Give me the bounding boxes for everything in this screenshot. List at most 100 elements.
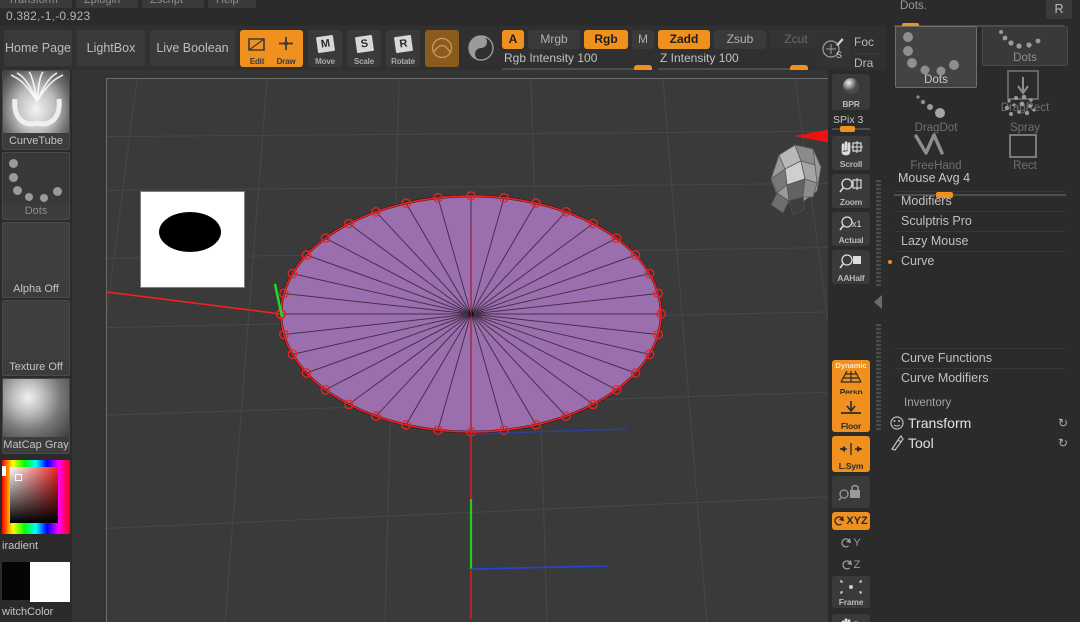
tool-reset-icon[interactable]: ↻ [1058,433,1068,453]
bpr-label: BPR [842,99,860,109]
menu-item-zplugin[interactable]: Zplugin [76,0,138,8]
row-curve-modifiers[interactable]: Curve Modifiers [894,368,1066,387]
scroll-label: Scroll [839,159,863,169]
switch-material-icon[interactable] [464,30,498,67]
row-lazy-mouse[interactable]: Lazy Mouse [894,231,1066,250]
collapse-grip-top [876,180,881,286]
scroll-button[interactable]: Scroll [832,136,870,170]
inventory-item-tool[interactable]: Tool ↻ [886,433,1080,453]
alpha-preview-panel [140,191,245,288]
scale-button[interactable]: S Scale [347,30,381,67]
coord-x: 0.382 [6,9,38,23]
brush-tile-spray[interactable]: Spray [982,92,1068,136]
color-picker[interactable] [2,460,70,534]
current-brush-swatch[interactable]: CurveTube [2,70,70,150]
collapse-grip-bottom [876,324,881,430]
lightbox-button[interactable]: LightBox [77,30,145,66]
persp-button[interactable]: Dynamic Persp [832,360,870,398]
chip-zcut[interactable]: Zcut [770,30,822,49]
frame-button[interactable]: Frame [832,576,870,608]
transform-reset-icon[interactable]: ↻ [1058,413,1068,433]
alpha-off-thumbnail [3,223,69,281]
row-curve-functions[interactable]: Curve Functions [894,348,1066,367]
row-curve-section[interactable]: Curve [888,251,1066,270]
move-3d-button[interactable]: Move [832,614,870,622]
rotate-key-glyph: R [393,34,413,54]
brush-tile-rect[interactable]: Rect [982,132,1068,174]
local-symmetry-button[interactable]: L.Sym [832,436,870,472]
live-boolean-button[interactable]: Live Boolean [150,30,235,66]
chip-rgb[interactable]: Rgb [584,30,628,49]
alpha-ellipse-preview [159,212,221,252]
menu-item-transform[interactable]: Transform [0,0,72,8]
inventory-item-transform[interactable]: Transform ↻ [886,413,1080,433]
current-material-swatch[interactable]: MatCap Gray [2,378,70,454]
z-intensity-slider[interactable]: Z Intensity 100 [658,51,808,73]
chip-zadd[interactable]: Zadd [658,30,710,49]
current-stroke-swatch[interactable]: Dots [2,152,70,220]
edit-label: Edit [249,57,265,66]
zoom-label: Zoom [839,197,863,207]
chip-mrgb[interactable]: Mrgb [528,30,580,49]
zoom-button[interactable]: Zoom [832,174,870,208]
current-stroke-label: Dots [3,203,69,219]
frame-icon [839,576,863,597]
aahalf-icon [839,250,863,273]
navigation-head-widget[interactable] [749,117,828,227]
floor-button[interactable]: Floor [832,394,870,432]
move-button[interactable]: M Move [308,30,342,67]
material-swatch-button[interactable] [425,30,459,67]
brush-tile-dots-large[interactable]: Dots [895,26,977,88]
focal-shift-track[interactable] [854,53,880,54]
primary-color-swatch[interactable] [30,562,70,602]
chip-m[interactable]: M [632,30,654,49]
viewport-canvas[interactable] [72,70,828,622]
brush-tile-dots-large-label: Dots [924,74,948,86]
current-texture-swatch[interactable]: Texture Off [2,300,70,376]
bpr-icon [840,74,862,99]
document-area[interactable] [106,78,828,622]
z-intensity-label: Z Intensity 100 [660,51,739,65]
row-modifiers[interactable]: Modifiers [894,191,1066,210]
spix-slider[interactable]: SPix 3 [832,114,870,132]
panel-collapse-handle[interactable] [874,180,886,430]
svg-text:x1: x1 [852,219,862,229]
xyz-row: XYZ [834,515,868,527]
spray-icon [1004,94,1036,116]
spix-label: SPix 3 [833,114,864,126]
xyz-button[interactable]: XYZ [832,512,870,530]
coord-z: -0.923 [55,9,91,23]
spix-knob[interactable] [840,126,855,132]
lsym-label: L.Sym [838,461,864,471]
brush-size-icon-button[interactable]: S [816,30,850,67]
chip-a[interactable]: A [502,30,524,49]
z-axis-button[interactable]: Z [832,556,870,574]
bpr-button[interactable]: BPR [832,74,870,110]
menu-item-zscript[interactable]: Zscript [142,0,204,8]
home-page-button[interactable]: Home Page [4,30,72,66]
brush-tile-dragdot[interactable]: DragDot [895,92,977,136]
dots-small-icon [999,30,1041,49]
scale-icon: S [354,30,374,58]
tool-label: Tool [908,435,934,451]
y-axis-label: Y [853,537,861,549]
draw-button[interactable]: Draw [269,30,303,67]
switch-color-swatches[interactable] [2,562,70,602]
collapse-arrow-icon[interactable] [874,295,882,309]
rotate-arrow-z-icon [841,560,852,570]
transp-lock-button[interactable] [832,476,870,508]
rgb-intensity-slider[interactable]: Rgb Intensity 100 [502,51,652,73]
brush-tile-dots-small[interactable]: Dots [982,26,1068,66]
y-axis-button[interactable]: Y [832,534,870,552]
rotate-button[interactable]: R Rotate [386,30,420,67]
brush-tile-freehand[interactable]: FreeHand [895,132,977,174]
current-alpha-swatch[interactable]: Alpha Off [2,222,70,298]
row-sculptris-pro[interactable]: Sculptris Pro [894,211,1066,230]
scale-label: Scale [354,57,374,66]
chip-zsub[interactable]: Zsub [714,30,766,49]
move-label: Move [315,57,335,66]
actual-button[interactable]: x1 Actual [832,212,870,246]
zbrush-navigation-head[interactable] [749,117,828,222]
aahalf-button[interactable]: AAHalf [832,250,870,284]
menu-item-help[interactable]: Help [208,0,256,8]
